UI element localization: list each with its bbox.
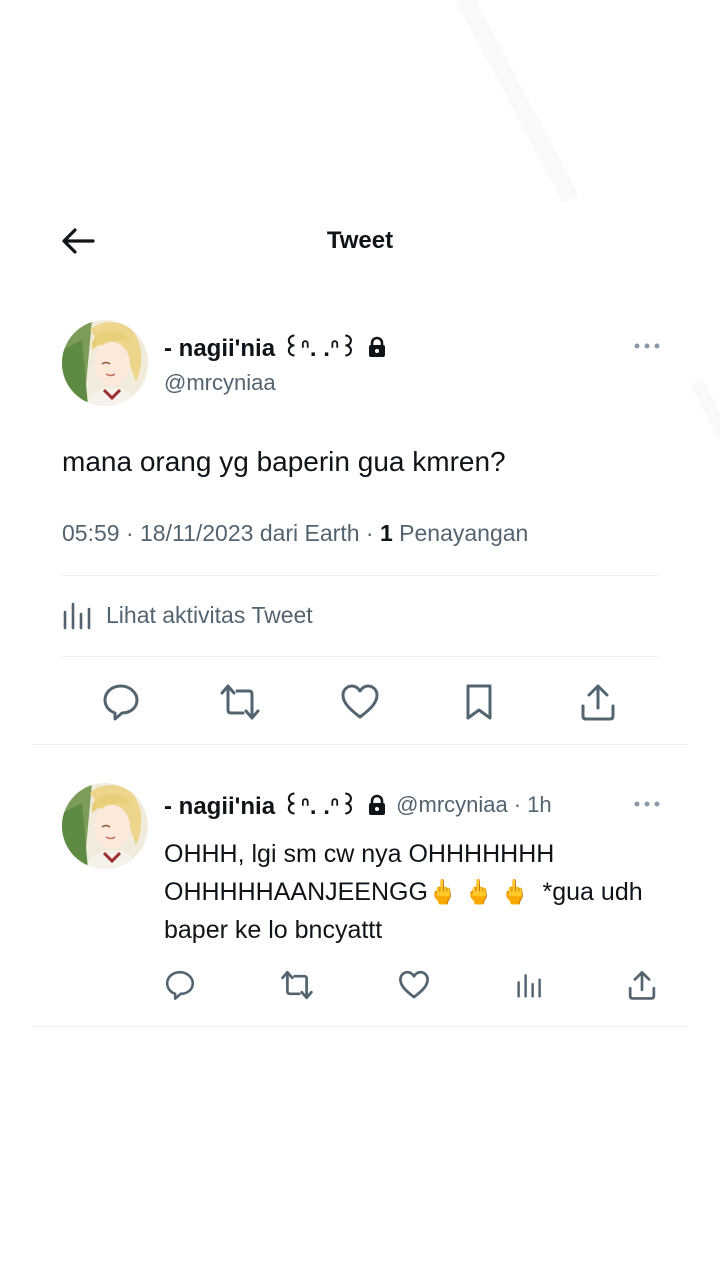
retweet-icon <box>220 684 260 720</box>
tweet-source: dari Earth <box>259 520 360 546</box>
middle-finger-emoji: 🖕🖕🖕 <box>427 878 536 906</box>
bookmark-button[interactable] <box>455 678 503 726</box>
share-icon <box>581 684 615 721</box>
reply-icon <box>165 970 195 1000</box>
tweet-date: 18/11/2023 <box>140 520 254 546</box>
reply-icon <box>103 684 139 721</box>
like-button[interactable] <box>336 678 384 726</box>
retweet-icon <box>281 970 313 1000</box>
divider <box>62 575 658 576</box>
heart-icon <box>341 684 379 719</box>
author-handle[interactable]: @mrcyniaa <box>164 370 276 396</box>
views-count: 1 <box>379 520 393 546</box>
share-icon <box>628 971 656 1000</box>
author-handle[interactable]: @mrcyniaa <box>396 792 508 818</box>
display-name[interactable]: - nagii'nia ꒰ᐢ. .ᐢ꒱ <box>164 788 358 821</box>
lock-icon <box>368 336 386 358</box>
analytics-icon <box>517 974 541 998</box>
separator: · <box>125 520 134 546</box>
activity-label: Lihat aktivitas Tweet <box>106 601 313 628</box>
like-button[interactable] <box>390 961 438 1009</box>
page-title: Tweet <box>326 227 394 254</box>
tweet-meta: 05:59 · 18/11/2023 dari Earth · 1 Penaya… <box>62 520 528 547</box>
reply-button[interactable] <box>156 961 204 1009</box>
top-bar: Tweet <box>0 210 720 274</box>
more-icon <box>634 801 660 807</box>
divider <box>32 744 688 745</box>
background-streak <box>690 378 720 491</box>
divider <box>62 656 658 657</box>
reply-author-row: - nagii'nia ꒰ᐢ. .ᐢ꒱ @mrcyniaa · 1h <box>164 788 552 821</box>
separator: · <box>365 520 374 546</box>
more-icon <box>634 343 660 349</box>
tweet-activity-link[interactable]: Lihat aktivitas Tweet <box>62 600 313 630</box>
heart-icon <box>399 970 429 999</box>
tweet-time: 05:59 <box>62 520 120 546</box>
retweet-button[interactable] <box>216 678 264 726</box>
bookmark-icon <box>466 684 492 720</box>
share-button[interactable] <box>574 678 622 726</box>
analytics-icon <box>63 602 91 630</box>
more-options-button[interactable] <box>632 794 662 814</box>
lock-icon <box>368 794 386 816</box>
reply-button[interactable] <box>97 678 145 726</box>
tweet-text: mana orang yg baperin gua kmren? <box>62 446 506 477</box>
separator: · <box>513 791 522 817</box>
views-label: Penayangan <box>399 520 529 546</box>
retweet-button[interactable] <box>273 961 321 1009</box>
display-name[interactable]: - nagii'nia ꒰ᐢ. .ᐢ꒱ <box>164 330 358 363</box>
views-button[interactable] <box>506 961 554 1009</box>
share-button[interactable] <box>618 961 666 1009</box>
background-streak <box>455 0 579 203</box>
reply-time: 1h <box>527 791 552 817</box>
more-options-button[interactable] <box>632 336 662 356</box>
reply-text: OHHH, lgi sm cw nya OHHHHHHH OHHHHHAANJE… <box>164 835 664 949</box>
avatar[interactable] <box>62 320 148 406</box>
divider <box>32 1026 688 1027</box>
avatar[interactable] <box>62 783 148 869</box>
author-name-row: - nagii'nia ꒰ᐢ. .ᐢ꒱ <box>164 330 386 363</box>
